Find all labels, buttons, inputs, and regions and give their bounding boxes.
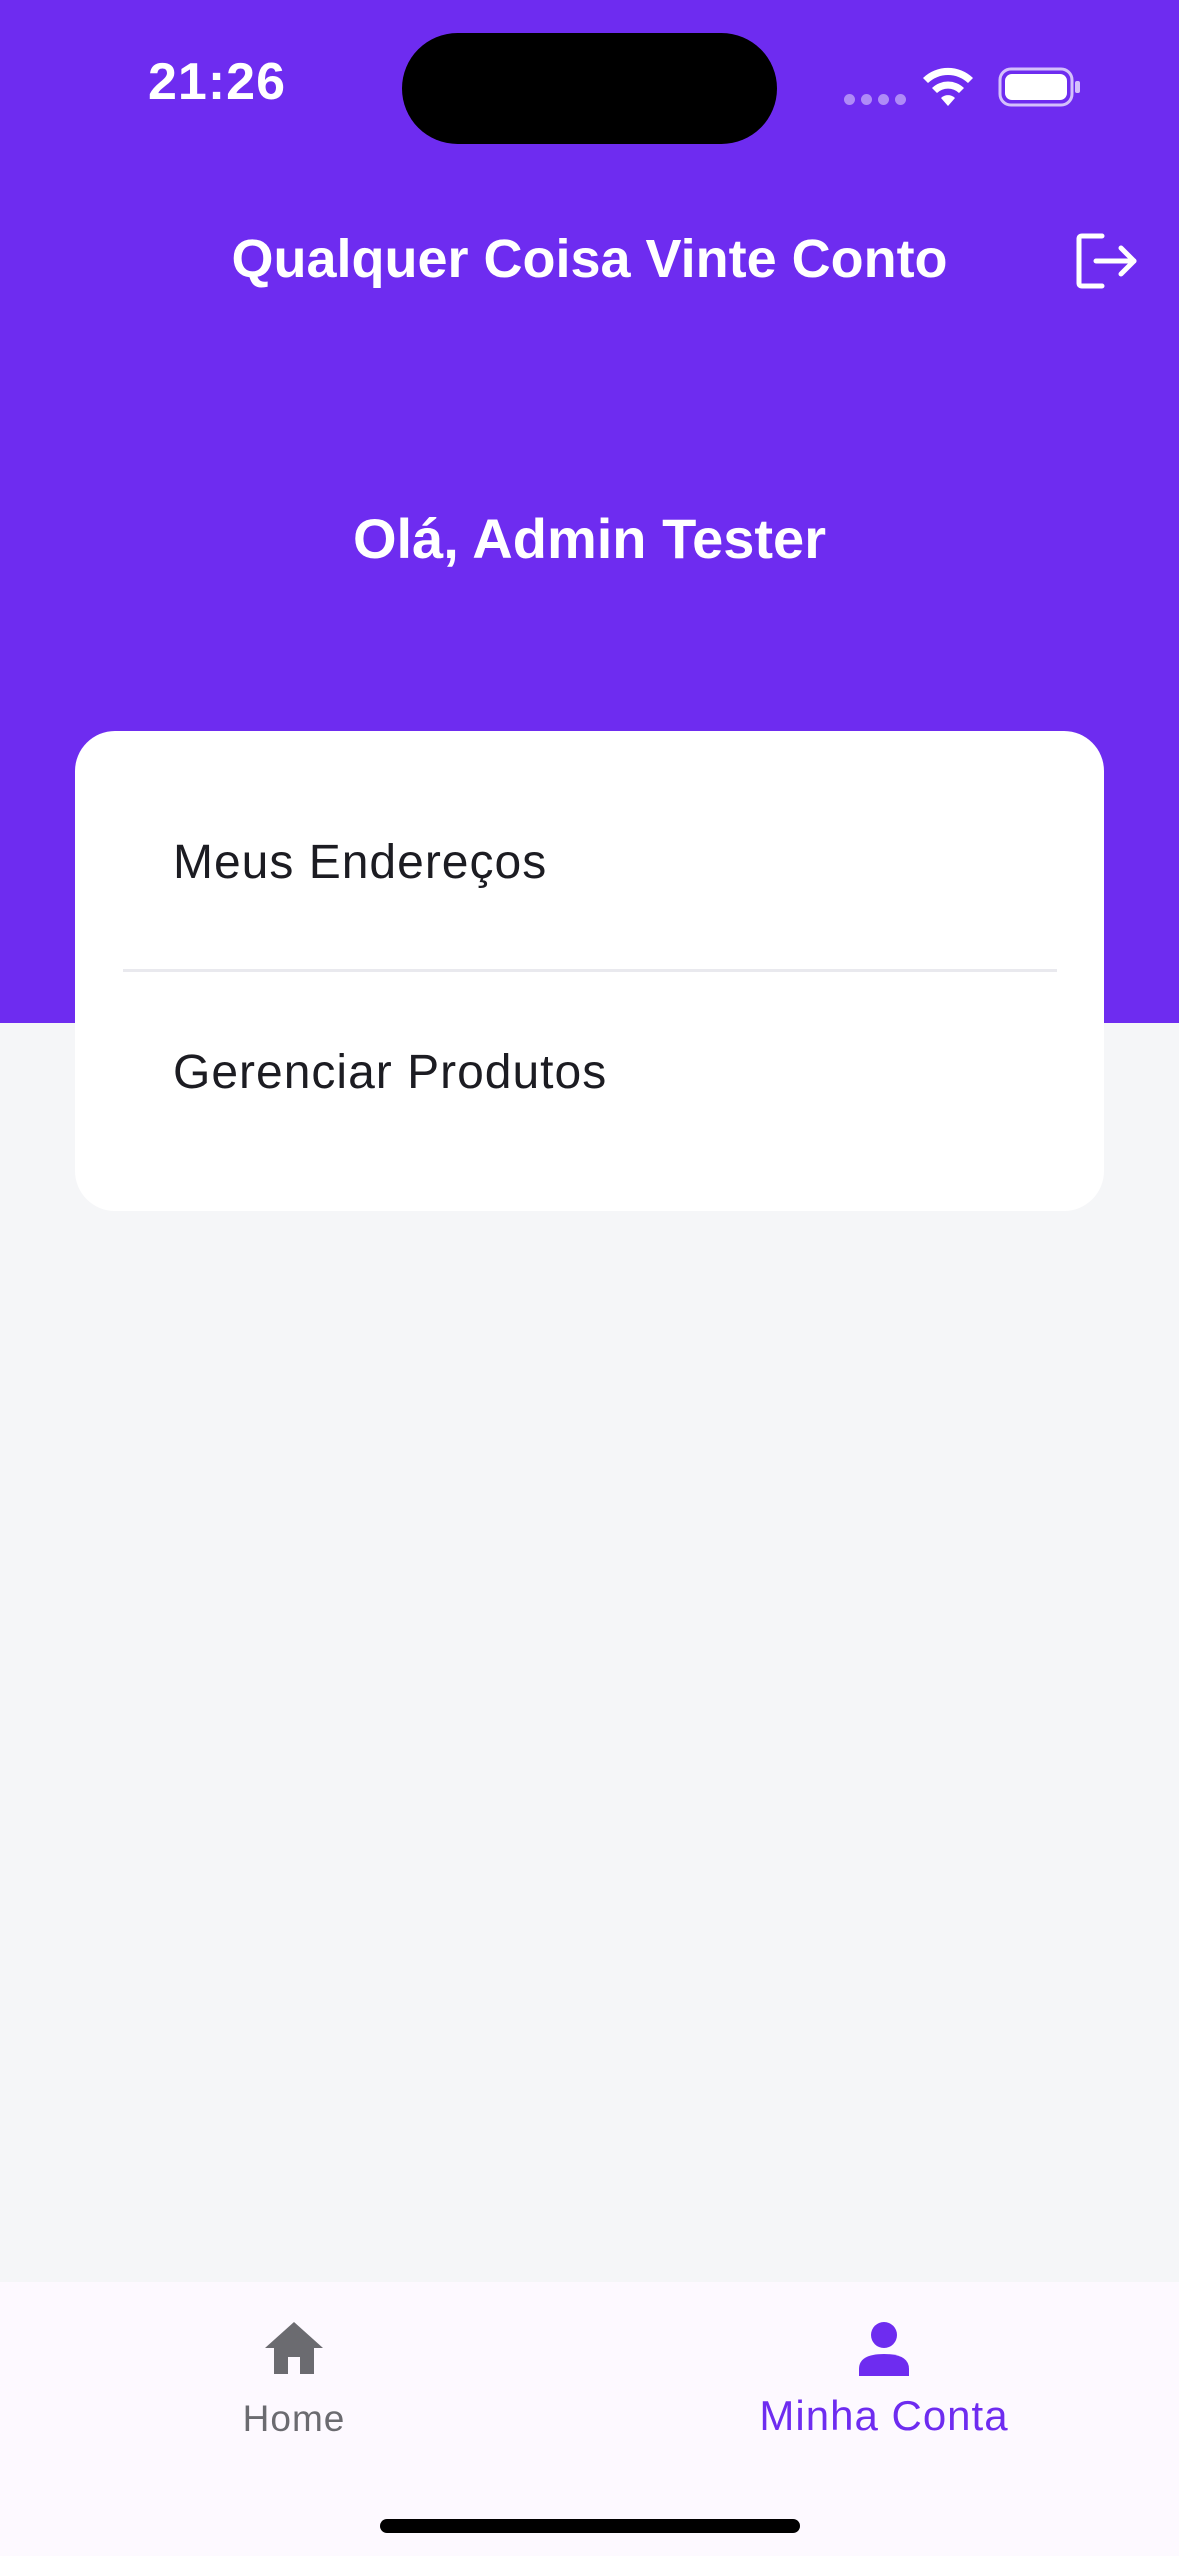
menu-item-label: Gerenciar Produtos (173, 1045, 608, 1099)
status-time: 21:26 (148, 53, 286, 111)
menu-divider (123, 969, 1057, 972)
person-icon (859, 2322, 909, 2376)
nav-item-account[interactable]: Minha Conta (684, 2308, 1084, 2448)
nav-label-home: Home (242, 2398, 346, 2439)
home-indicator (380, 2519, 800, 2533)
home-icon (265, 2322, 323, 2374)
bottom-navigation: Home Minha Conta (0, 2282, 1179, 2556)
account-menu-card: Meus Endereços Gerenciar Produtos (75, 731, 1104, 1211)
greeting-text: Olá, Admin Tester (353, 507, 826, 570)
cellular-signal-icon (844, 94, 906, 105)
logout-button[interactable] (1072, 226, 1142, 296)
battery-icon (998, 67, 1080, 107)
menu-item-label: Meus Endereços (173, 835, 548, 889)
app-title: Qualquer Coisa Vinte Conto (231, 229, 948, 289)
nav-item-home[interactable]: Home (94, 2308, 494, 2448)
menu-item-addresses[interactable]: Meus Endereços (75, 765, 1104, 959)
logout-icon (1076, 233, 1137, 289)
dynamic-island (402, 33, 777, 144)
menu-item-manage-products[interactable]: Gerenciar Produtos (75, 977, 1104, 1167)
nav-label-account: Minha Conta (759, 2392, 1009, 2439)
wifi-icon (923, 67, 973, 106)
